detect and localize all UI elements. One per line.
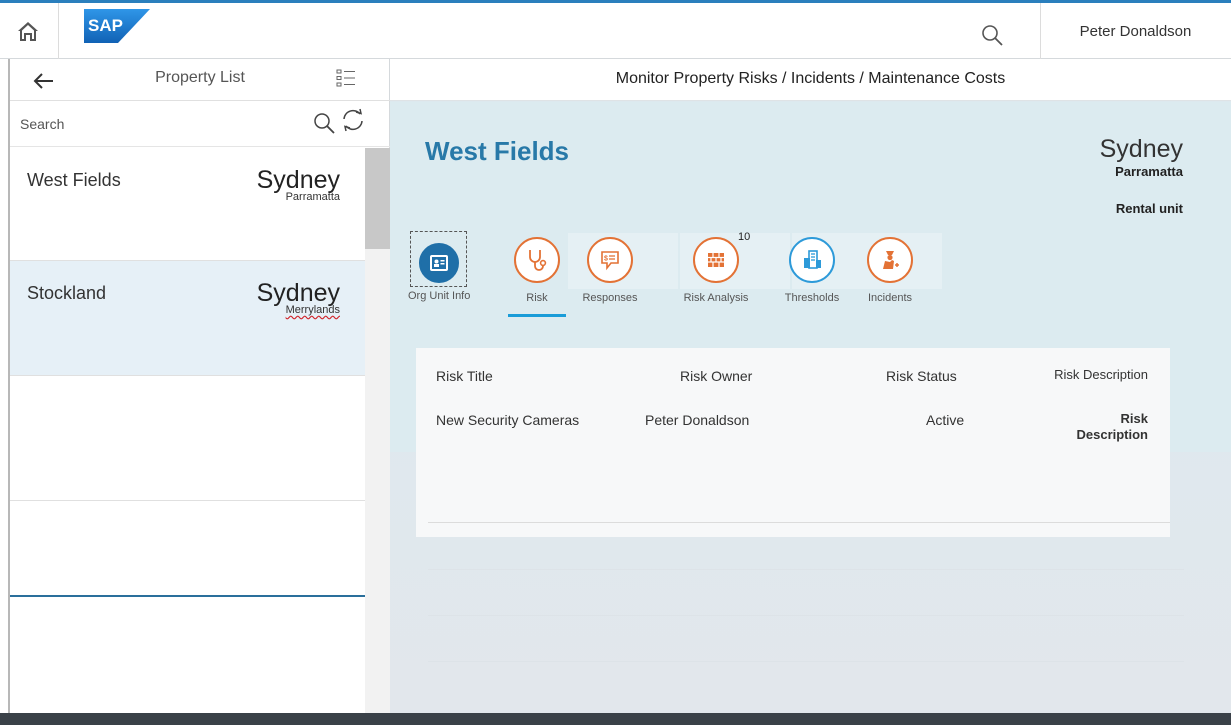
shell-search-button[interactable] xyxy=(980,23,1006,49)
master-title: Property List xyxy=(155,69,245,86)
risk-table: Risk Title Risk Owner Risk Status Risk D… xyxy=(416,348,1170,537)
arrow-left-icon xyxy=(33,73,53,89)
row-divider xyxy=(428,569,1184,570)
chat-money-icon: $ xyxy=(601,251,619,271)
search-icon xyxy=(982,25,1003,46)
sap-logo[interactable]: SAP xyxy=(84,9,150,43)
tab-label: Responses xyxy=(582,292,638,304)
table-divider xyxy=(428,522,1170,523)
item-location: Sydney Parramatta xyxy=(257,168,340,203)
svg-text:SAP: SAP xyxy=(88,16,123,35)
master-header: Property List xyxy=(10,59,390,101)
object-location: Sydney Parramatta xyxy=(1099,135,1183,180)
sap-logo-icon: SAP xyxy=(84,9,150,43)
detail-panel: Monitor Property Risks / Incidents / Mai… xyxy=(390,59,1231,713)
tab-icon-circle xyxy=(693,237,739,283)
list-item[interactable]: Stockland Sydney Merrylands xyxy=(10,261,365,376)
tab-icon-circle xyxy=(867,237,913,283)
item-location: Sydney Merrylands xyxy=(257,281,340,316)
injured-person-icon xyxy=(883,251,899,269)
stethoscope-icon xyxy=(529,250,547,271)
property-list: West Fields Sydney Parramatta Stockland … xyxy=(10,148,365,597)
object-title: West Fields xyxy=(425,136,570,166)
scrollbar-thumb[interactable] xyxy=(365,148,390,249)
empty-list-row xyxy=(10,376,365,501)
cell-risk-owner: Peter Donaldson xyxy=(645,412,750,428)
refresh-icon xyxy=(343,108,363,132)
search-button[interactable] xyxy=(312,111,336,135)
user-menu-button[interactable]: Peter Donaldson xyxy=(1040,3,1231,59)
tab-count-badge: 10 xyxy=(738,231,751,243)
row-divider xyxy=(428,661,1184,662)
column-header-risk-description: Risk Description xyxy=(1054,367,1148,382)
svg-text:$: $ xyxy=(604,256,608,263)
tab-thresholds[interactable]: Thresholds xyxy=(772,237,852,304)
master-panel: Property List Search West Fields Sydney … xyxy=(8,59,390,713)
buildings-icon xyxy=(804,250,821,269)
tab-label: Risk Analysis xyxy=(683,292,749,304)
row-divider xyxy=(428,615,1184,616)
search-bar xyxy=(10,101,390,147)
list-view-button[interactable] xyxy=(335,67,359,91)
tab-selected-indicator xyxy=(508,314,566,317)
tab-risk-analysis[interactable]: 10 Risk Analysis xyxy=(666,231,766,304)
icon-tab-bar: Org Unit Info Risk $ Responses 10 Risk A… xyxy=(408,231,968,327)
object-suburb: Parramatta xyxy=(1115,164,1183,179)
tab-icon-circle: $ xyxy=(587,237,633,283)
item-city: Sydney xyxy=(256,279,340,307)
search-icon xyxy=(314,113,335,134)
list-icon xyxy=(336,69,355,87)
object-city: Sydney xyxy=(1099,135,1183,163)
left-margin xyxy=(0,59,8,713)
tab-org-unit-info[interactable]: Org Unit Info xyxy=(408,243,470,302)
user-name: Peter Donaldson xyxy=(1079,22,1192,40)
column-header-risk-owner: Risk Owner xyxy=(680,368,753,384)
column-header-risk-status: Risk Status xyxy=(886,368,957,384)
item-name: West Fields xyxy=(27,170,121,190)
tab-label: Org Unit Info xyxy=(408,290,471,302)
empty-list-row xyxy=(10,501,365,597)
refresh-button[interactable] xyxy=(340,107,366,133)
shell-bar: SAP Peter Donaldson xyxy=(0,0,1231,59)
back-button[interactable] xyxy=(30,67,58,95)
tab-incidents[interactable]: Incidents xyxy=(850,237,930,304)
id-card-icon xyxy=(430,255,448,271)
cell-risk-status: Active xyxy=(926,412,965,428)
tab-label: Risk xyxy=(526,292,548,304)
footer-bar xyxy=(0,713,1231,725)
tab-responses[interactable]: $ Responses xyxy=(574,237,646,304)
search-input[interactable] xyxy=(20,111,300,137)
cell-risk-description: Risk Description xyxy=(1076,411,1148,442)
list-scrollbar[interactable] xyxy=(365,148,390,713)
shell-divider xyxy=(58,3,59,59)
cell-risk-title: New Security Cameras xyxy=(436,412,580,428)
item-name: Stockland xyxy=(27,283,107,303)
brick-wall-icon xyxy=(708,253,724,267)
tab-label: Thresholds xyxy=(784,292,840,304)
object-attribute: Rental unit xyxy=(1115,201,1183,216)
tab-icon-circle xyxy=(789,237,835,283)
tab-risk[interactable]: Risk xyxy=(502,237,572,304)
list-item[interactable]: West Fields Sydney Parramatta xyxy=(10,148,365,261)
tab-icon-circle xyxy=(514,237,560,283)
tab-icon-circle xyxy=(419,243,459,283)
item-city: Sydney xyxy=(256,166,340,194)
tab-label: Incidents xyxy=(867,292,913,304)
column-header-risk-title: Risk Title xyxy=(436,368,493,384)
home-icon xyxy=(18,22,38,41)
home-button[interactable] xyxy=(14,17,42,47)
page-title: Monitor Property Risks / Incidents / Mai… xyxy=(390,59,1231,101)
